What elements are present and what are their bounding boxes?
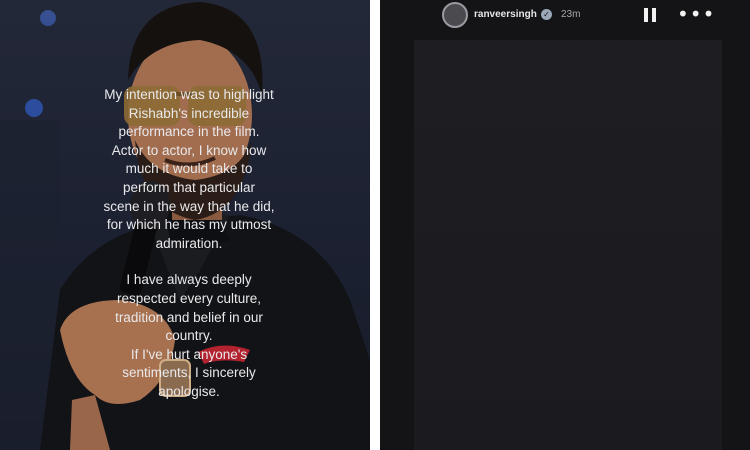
message-line: for which he has my utmost [106, 217, 272, 233]
more-icon[interactable]: ••• [677, 4, 715, 24]
message-line: Actor to actor, I know how [111, 142, 267, 158]
story-message: My intention was to highlight Rishabh's … [44, 86, 334, 402]
message-line: respected every culture, [116, 290, 262, 306]
verified-icon: ✓ [541, 9, 552, 20]
message-line: apologise. [158, 383, 220, 399]
message-line: perform that particular [122, 179, 256, 195]
message-line: tradition and belief in our [115, 309, 263, 325]
message-line: I have always deeply [126, 272, 252, 288]
avatar[interactable] [442, 2, 468, 28]
message-line: performance in the film. [118, 124, 260, 140]
stage-light [25, 99, 43, 117]
panel-divider [370, 0, 380, 450]
message-line: Rishabh's incredible [128, 105, 250, 121]
stage-light [40, 10, 56, 26]
story-timestamp: 23m [561, 9, 581, 20]
message-line: country. [165, 328, 213, 344]
story-card [414, 40, 722, 450]
instagram-story: ranveersingh ✓ 23m ••• [380, 0, 750, 450]
story-username[interactable]: ranveersingh [474, 9, 537, 20]
message-line: much it would take to [125, 161, 253, 177]
message-line: scene in the way that he did, [103, 198, 275, 214]
message-line: My intention was to highlight [104, 87, 274, 102]
message-line: sentiments, I sincerely [122, 365, 256, 381]
message-line: If I've hurt anyone's [130, 346, 248, 362]
pause-icon[interactable] [644, 8, 658, 24]
message-line: admiration. [155, 235, 223, 251]
story-header: ranveersingh ✓ 23m ••• [380, 0, 750, 34]
